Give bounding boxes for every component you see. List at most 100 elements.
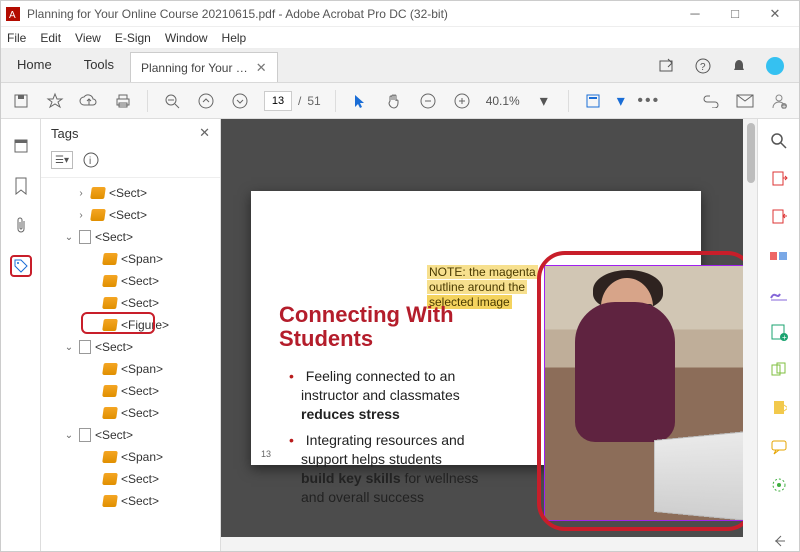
bookmarks-icon[interactable] <box>10 175 32 197</box>
tag-node[interactable]: ⌄<Sect> <box>45 336 220 358</box>
menu-esign[interactable]: E-Sign <box>115 31 151 45</box>
tag-node[interactable]: <Sect> <box>45 270 220 292</box>
tags-panel: Tags ✕ ☰▾ i ›<Sect>›<Sect>⌄<Sect><Span><… <box>41 119 221 551</box>
tool-stamp-icon[interactable] <box>768 475 790 495</box>
tags-panel-title: Tags <box>51 126 78 141</box>
page-current-input[interactable] <box>264 91 292 111</box>
menu-bar: File Edit View E-Sign Window Help <box>1 27 799 49</box>
tabs-bar: Home Tools Planning for Your … ✕ ? <box>1 49 799 83</box>
tags-options-button[interactable]: ☰▾ <box>51 151 73 169</box>
document-page: NOTE: the magenta outline around the sel… <box>251 191 701 465</box>
tags-panel-close-icon[interactable]: ✕ <box>199 125 210 141</box>
menu-view[interactable]: View <box>75 31 101 45</box>
bullet-1: Feeling connected to an instructor and c… <box>289 367 519 424</box>
tag-node[interactable]: <Sect> <box>45 490 220 512</box>
tool-protect-icon[interactable] <box>768 398 790 418</box>
tags-icon[interactable] <box>10 255 32 277</box>
tab-document-label: Planning for Your … <box>141 61 248 75</box>
tags-info-icon[interactable]: i <box>83 152 99 168</box>
svg-text:A: A <box>9 10 16 21</box>
tags-tree[interactable]: ›<Sect>›<Sect>⌄<Sect><Span><Sect><Sect><… <box>41 178 220 551</box>
tab-home[interactable]: Home <box>1 49 68 82</box>
bell-icon[interactable] <box>729 56 749 76</box>
horizontal-scrollbar[interactable] <box>221 537 743 551</box>
tag-node[interactable]: <Sect> <box>45 380 220 402</box>
tag-node[interactable]: ⌄<Sect> <box>45 424 220 446</box>
title-bar: A Planning for Your Online Course 202106… <box>1 1 799 27</box>
view-mode-icon[interactable] <box>583 91 603 111</box>
tool-organize-icon[interactable]: + <box>768 322 790 342</box>
star-icon[interactable] <box>45 91 65 111</box>
tool-export-pdf-icon[interactable] <box>768 169 790 189</box>
account-avatar[interactable] <box>765 56 785 76</box>
tag-node[interactable]: <Sect> <box>45 292 220 314</box>
tag-node[interactable]: <Span> <box>45 248 220 270</box>
tool-fill-sign-icon[interactable] <box>768 284 790 304</box>
close-button[interactable]: ✕ <box>755 1 795 26</box>
zoom-in-icon[interactable] <box>452 91 472 111</box>
page-down-icon[interactable] <box>230 91 250 111</box>
menu-help[interactable]: Help <box>222 31 247 45</box>
svg-text:+: + <box>782 333 787 341</box>
save-icon[interactable] <box>11 91 31 111</box>
app-window: A Planning for Your Online Course 202106… <box>0 0 800 552</box>
menu-window[interactable]: Window <box>165 31 208 45</box>
window-title: Planning for Your Online Course 20210615… <box>27 7 675 21</box>
minimize-button[interactable]: ─ <box>675 1 715 26</box>
svg-text:+: + <box>782 104 786 110</box>
link-icon[interactable] <box>701 91 721 111</box>
tag-node[interactable]: <Sect> <box>45 402 220 424</box>
left-nav-rail <box>1 119 41 551</box>
slide-title: Connecting WithStudents <box>279 303 454 351</box>
tool-combine-icon[interactable] <box>768 360 790 380</box>
tool-edit-pdf-icon[interactable] <box>768 246 790 266</box>
tab-tools[interactable]: Tools <box>68 49 130 82</box>
menu-file[interactable]: File <box>7 31 26 45</box>
help-icon[interactable]: ? <box>693 56 713 76</box>
share-icon[interactable] <box>657 56 677 76</box>
tab-close-icon[interactable]: ✕ <box>256 60 267 76</box>
view-mode-dropdown-icon[interactable]: ▾ <box>617 91 625 111</box>
mail-icon[interactable] <box>735 91 755 111</box>
page-number: / 51 <box>264 91 321 111</box>
print-icon[interactable] <box>113 91 133 111</box>
bullet-2: Integrating resources and support helps … <box>289 431 529 507</box>
tool-collapse-icon[interactable] <box>768 531 790 551</box>
zoom-out-icon[interactable] <box>418 91 438 111</box>
account-icon[interactable]: + <box>769 91 789 111</box>
tag-node[interactable]: <Span> <box>45 446 220 468</box>
more-icon[interactable]: ••• <box>639 91 659 111</box>
maximize-button[interactable]: □ <box>715 1 755 26</box>
tag-node[interactable]: ›<Sect> <box>45 182 220 204</box>
tag-node[interactable]: ›<Sect> <box>45 204 220 226</box>
right-tools-rail: + <box>757 119 799 551</box>
page-total: 51 <box>307 94 320 108</box>
hand-icon[interactable] <box>384 91 404 111</box>
tab-document[interactable]: Planning for Your … ✕ <box>130 52 278 82</box>
tag-node[interactable]: <Sect> <box>45 468 220 490</box>
slide-page-number: 13 <box>261 449 271 459</box>
svg-text:i: i <box>89 156 91 167</box>
tool-search-icon[interactable] <box>768 131 790 151</box>
vertical-scrollbar[interactable] <box>743 119 757 551</box>
thumbnails-icon[interactable] <box>10 135 32 157</box>
cloud-upload-icon[interactable] <box>79 91 99 111</box>
tag-node[interactable]: <Span> <box>45 358 220 380</box>
app-icon: A <box>5 6 21 22</box>
tool-create-pdf-icon[interactable] <box>768 207 790 227</box>
main-area: Tags ✕ ☰▾ i ›<Sect>›<Sect>⌄<Sect><Span><… <box>1 119 799 551</box>
zoom-out-fit-icon[interactable] <box>162 91 182 111</box>
page-up-icon[interactable] <box>196 91 216 111</box>
zoom-dropdown-icon[interactable]: ▾ <box>534 91 554 111</box>
svg-text:?: ? <box>700 62 706 73</box>
main-toolbar: / 51 40.1% ▾ ▾ ••• + <box>1 83 799 119</box>
zoom-level[interactable]: 40.1% <box>486 94 520 108</box>
annotation-circle-figure <box>81 312 155 334</box>
tag-node[interactable]: ⌄<Sect> <box>45 226 220 248</box>
pointer-icon[interactable] <box>350 91 370 111</box>
slide-image <box>544 265 748 521</box>
tool-comment-icon[interactable] <box>768 437 790 457</box>
menu-edit[interactable]: Edit <box>40 31 61 45</box>
attachments-icon[interactable] <box>10 215 32 237</box>
document-view[interactable]: NOTE: the magenta outline around the sel… <box>221 119 757 551</box>
